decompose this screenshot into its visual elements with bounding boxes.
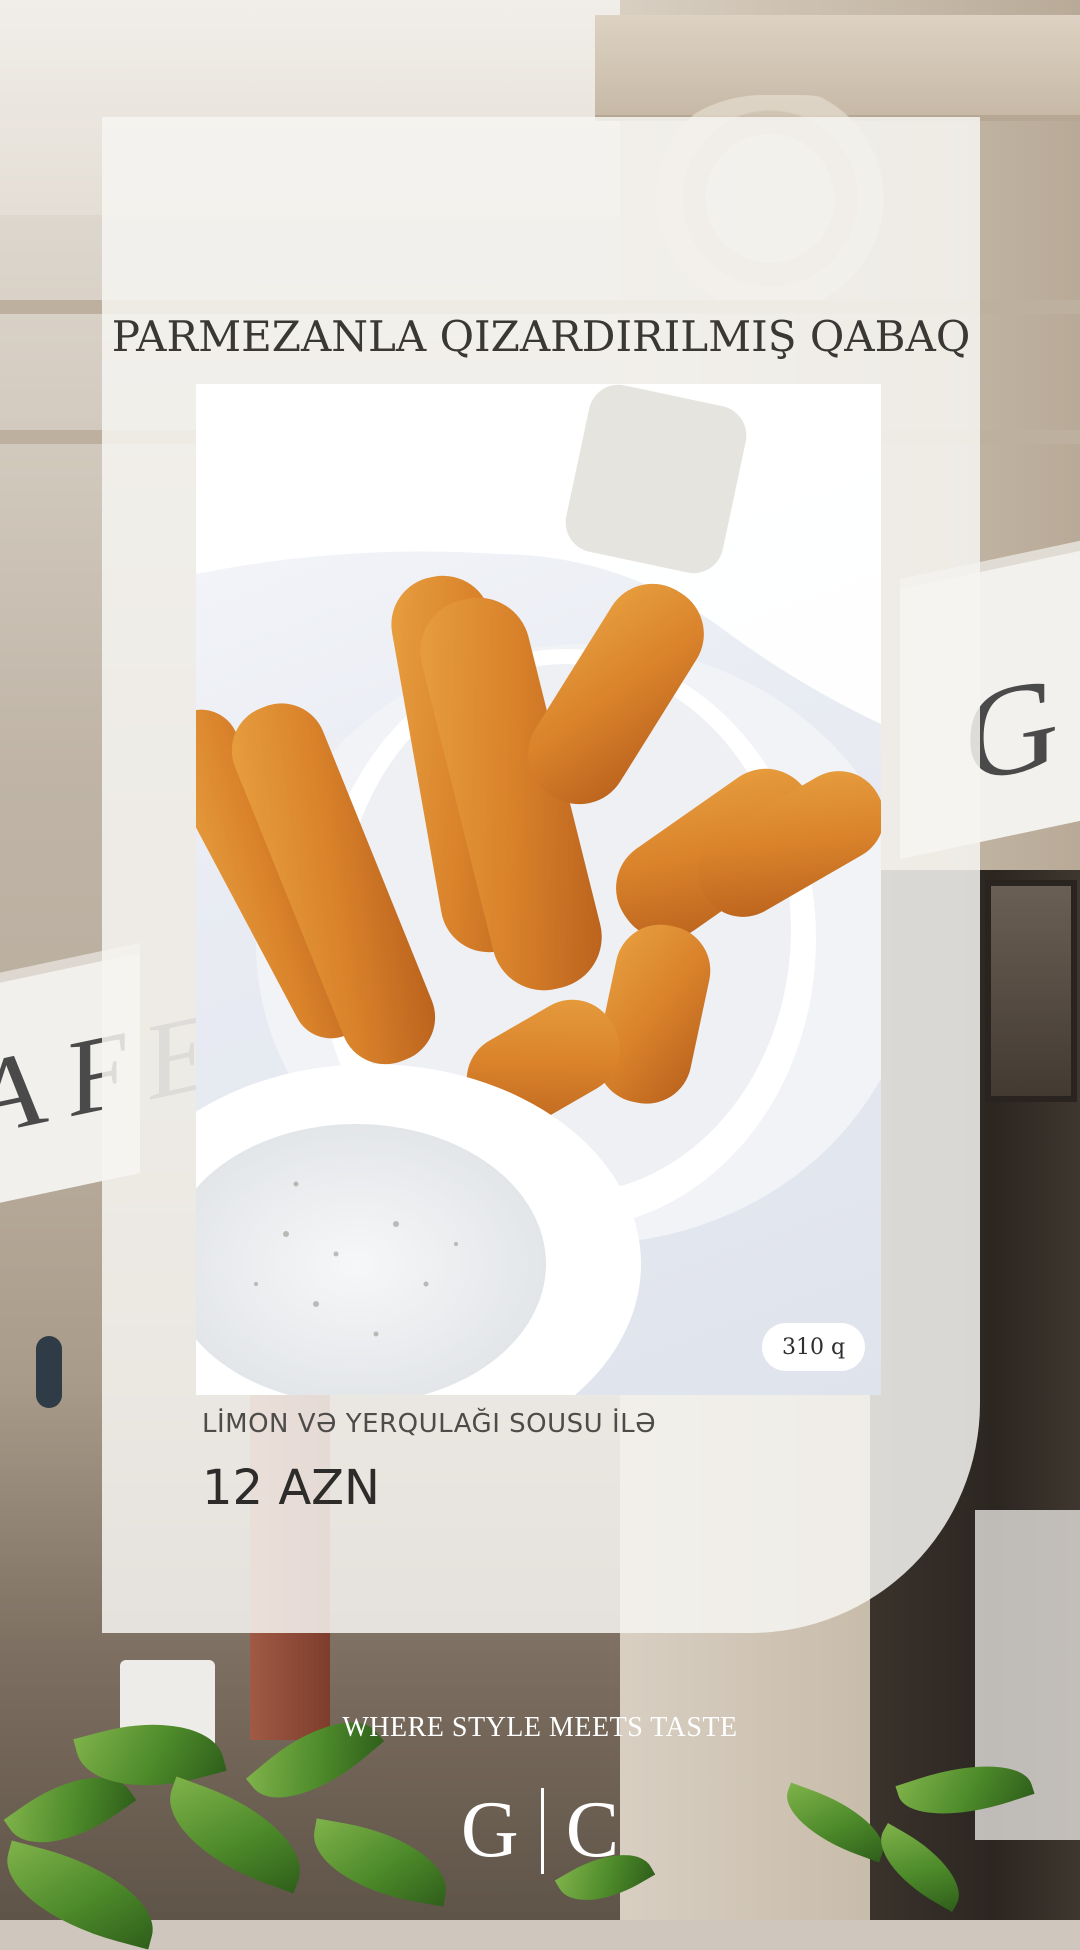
dish-title: PARMEZANLA QIZARDIRILMIŞ QABAQ — [111, 312, 971, 361]
brand-tagline: WHERE STYLE MEETS TASTE — [342, 1712, 738, 1743]
door-knob — [36, 1336, 62, 1408]
wall-lamp — [985, 880, 1077, 1102]
logo-divider — [540, 1787, 544, 1874]
fried-zucchini-illustration — [196, 384, 881, 1395]
gc-logo: G C — [0, 1785, 1080, 1876]
logo-letter-right: C — [565, 1786, 620, 1874]
dish-price: 12 AZN — [202, 1460, 380, 1516]
dish-subtitle: LİMON VƏ YERQULAĞI SOUSU İLƏ — [202, 1409, 657, 1439]
dish-photo — [196, 384, 881, 1395]
weight-badge: 310 q — [762, 1323, 865, 1371]
logo-letter-left: G — [460, 1786, 519, 1874]
